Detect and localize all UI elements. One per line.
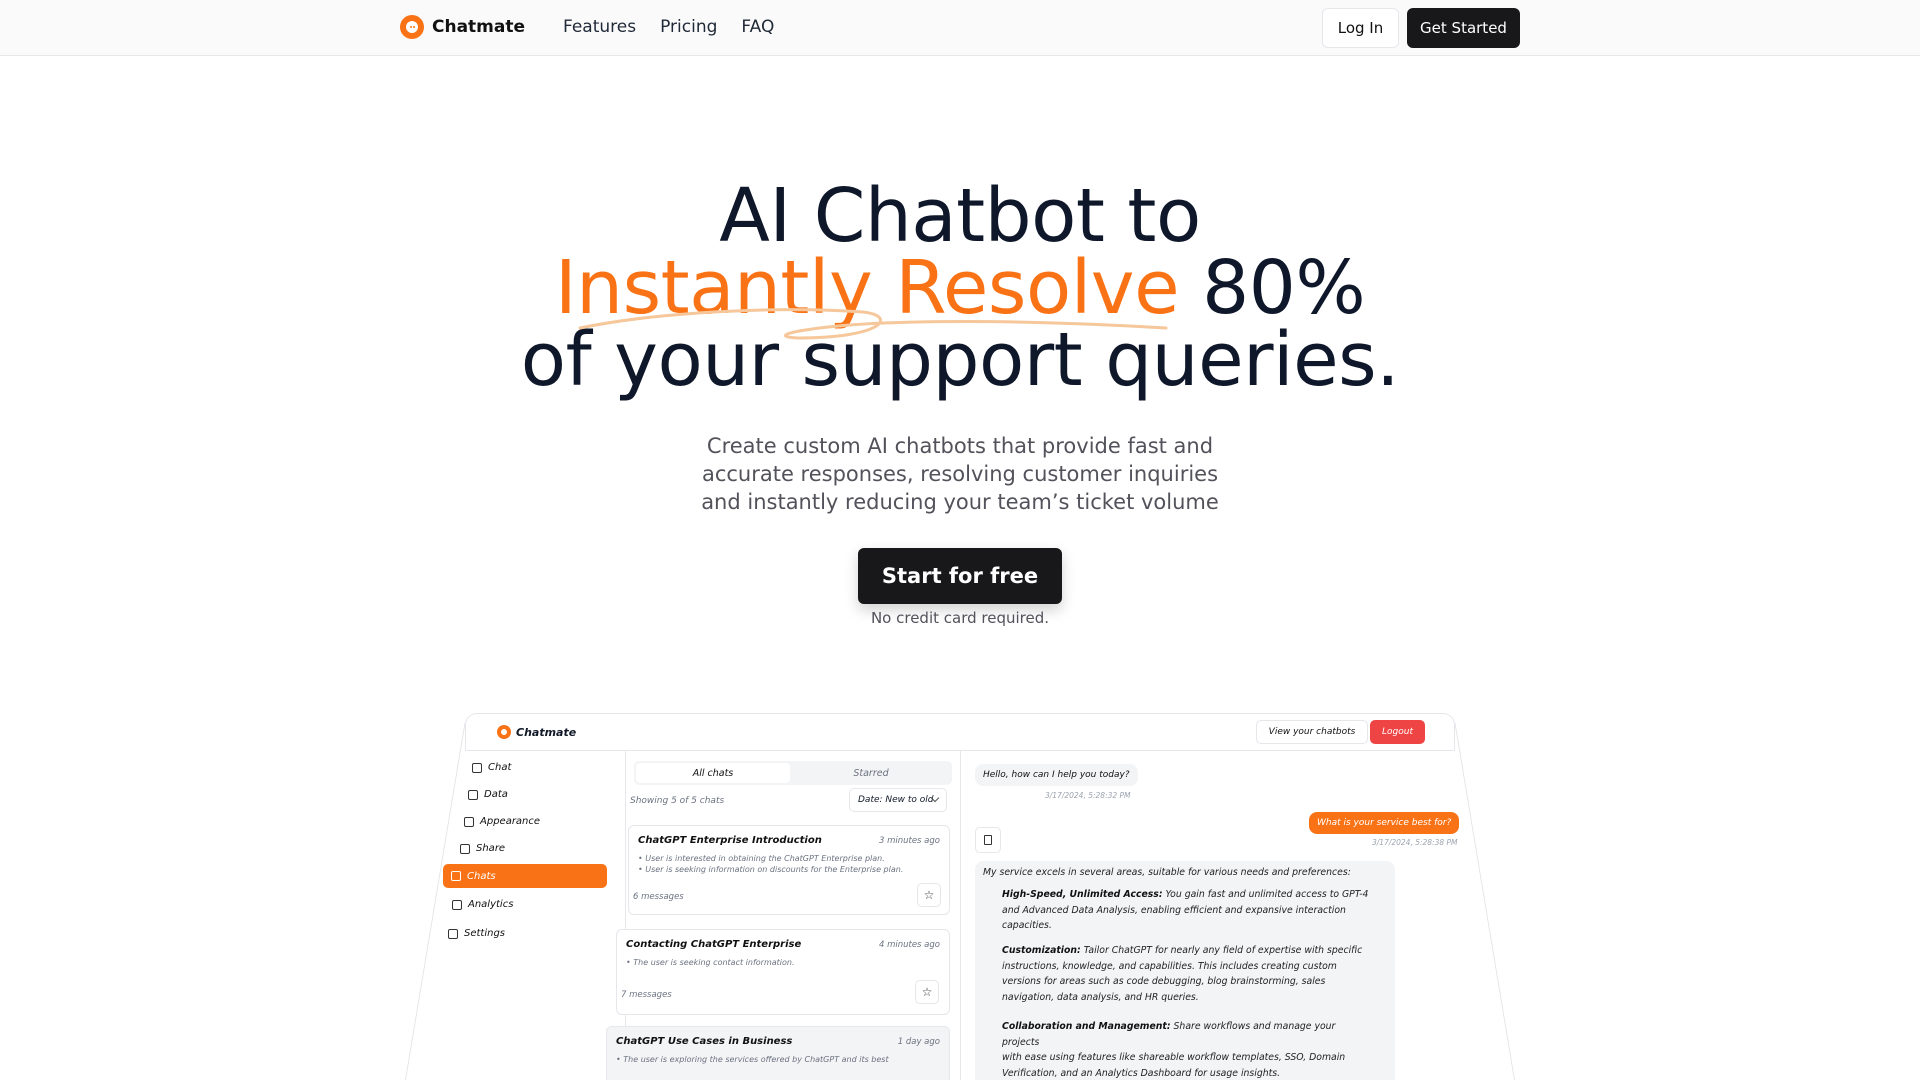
pencil-icon bbox=[464, 816, 474, 827]
chat-card-title: ChatGPT Enterprise Introduction bbox=[638, 835, 822, 846]
hero-title-line-1: AI Chatbot to bbox=[719, 173, 1201, 259]
bot-answer-message: My service excels in several areas, suit… bbox=[975, 861, 1395, 1080]
answer-section-heading: Collaboration and Management: bbox=[1002, 1021, 1171, 1032]
sidebar-item-label: Data bbox=[484, 789, 508, 800]
top-nav: Chatmate Features Pricing FAQ Log In Get… bbox=[0, 0, 1920, 56]
chat-card-message-count: 7 messages bbox=[621, 990, 672, 1000]
answer-intro: My service excels in several areas, suit… bbox=[983, 867, 1351, 878]
hero-title: AI Chatbot to Instantly Resolve 80% of y… bbox=[0, 173, 1920, 397]
underline-squiggle bbox=[578, 308, 1168, 340]
nav-link-faq[interactable]: FAQ bbox=[741, 17, 774, 37]
answer-section-heading: Customization: bbox=[1002, 945, 1081, 956]
sidebar-item-label: Settings bbox=[464, 928, 506, 939]
answer-section-text: instructions, knowledge, and capabilitie… bbox=[1002, 960, 1337, 972]
answer-section-text: versions for areas such as code debuggin… bbox=[1002, 976, 1326, 987]
sort-value: Date: New to old bbox=[858, 795, 934, 805]
chat-card-summary: The user is seeking contact information. bbox=[626, 957, 794, 968]
sidebar-item-share[interactable]: Share bbox=[460, 843, 505, 854]
chat-card-summary: The user is exploring the services offer… bbox=[616, 1054, 888, 1065]
chat-tabs: All chats Starred bbox=[634, 761, 952, 785]
hero-subtitle-line: Create custom AI chatbots that provide f… bbox=[706, 434, 1214, 458]
sidebar-item-label: Analytics bbox=[468, 899, 514, 910]
star-icon[interactable]: ☆ bbox=[917, 883, 941, 907]
brand[interactable]: Chatmate bbox=[400, 15, 525, 39]
star-icon[interactable]: ☆ bbox=[915, 980, 939, 1004]
preview-sidebar: Chat Data Appearance Share Chats Analyti… bbox=[440, 751, 626, 1080]
chat-card-message-count: 6 messages bbox=[633, 892, 684, 902]
chat-card[interactable]: ChatGPT Use Cases in Business 1 day ago … bbox=[606, 1026, 950, 1080]
sidebar-item-appearance[interactable]: Appearance bbox=[464, 816, 540, 827]
hero-subtitle-line: accurate responses, resolving customer i… bbox=[701, 462, 1219, 486]
user-question-message: What is your service best for? bbox=[1309, 812, 1460, 834]
answer-section-text: Verification, and an Analytics Dashboard… bbox=[1002, 1067, 1281, 1079]
tab-starred[interactable]: Starred bbox=[794, 763, 948, 783]
message-timestamp: 3/17/2024, 5:28:32 PM bbox=[1045, 791, 1131, 800]
sidebar-item-chat[interactable]: Chat bbox=[472, 762, 511, 773]
answer-section-text: navigation, data analysis, and HR querie… bbox=[1002, 991, 1199, 1003]
chat-card[interactable]: Contacting ChatGPT Enterprise 4 minutes … bbox=[616, 929, 950, 1015]
no-credit-card-note: No credit card required. bbox=[870, 609, 1050, 627]
database-icon bbox=[468, 789, 478, 800]
sidebar-item-label: Chat bbox=[488, 762, 512, 773]
chat-card-bullet: The user is exploring the services offer… bbox=[616, 1054, 888, 1065]
answer-section: Collaboration and Management: Share work… bbox=[1002, 1019, 1372, 1080]
chat-card-title: ChatGPT Use Cases in Business bbox=[616, 1036, 793, 1047]
chat-list-panel: All chats Starred Showing 5 of 5 chats D… bbox=[606, 751, 961, 1080]
sort-select[interactable]: Date: New to old bbox=[849, 788, 947, 812]
chat-card-time: 1 day ago bbox=[897, 1037, 940, 1047]
answer-section: Customization: Tailor ChatGPT for nearly… bbox=[1002, 943, 1372, 1005]
nav-link-pricing[interactable]: Pricing bbox=[660, 17, 717, 37]
chat-card[interactable]: ChatGPT Enterprise Introduction 3 minute… bbox=[628, 825, 950, 915]
logout-button[interactable]: Logout bbox=[1370, 720, 1425, 744]
brand-name: Chatmate bbox=[432, 17, 526, 37]
bot-greeting-message: Hello, how can I help you today? bbox=[975, 764, 1138, 786]
answer-section-text: You gain fast and unlimited access to GP… bbox=[1162, 889, 1369, 900]
nav-link-features[interactable]: Features bbox=[563, 17, 636, 37]
view-chatbots-button[interactable]: View your chatbots bbox=[1256, 720, 1368, 744]
answer-section-text: with ease using features like shareable … bbox=[1002, 1052, 1346, 1063]
answer-section: High-Speed, Unlimited Access: You gain f… bbox=[1002, 887, 1372, 934]
hero-subtitle: Create custom AI chatbots that provide f… bbox=[0, 432, 1920, 516]
answer-section-text: capacities. bbox=[1002, 920, 1052, 931]
copy-icon[interactable] bbox=[975, 827, 1001, 853]
hero-subtitle-line: and instantly reducing your team’s ticke… bbox=[701, 490, 1219, 514]
login-button[interactable]: Log In bbox=[1322, 8, 1399, 48]
gear-icon bbox=[448, 928, 458, 939]
share-icon bbox=[460, 843, 470, 854]
preview-brand: Chatmate bbox=[497, 725, 576, 739]
answer-section-heading: High-Speed, Unlimited Access: bbox=[1002, 889, 1163, 900]
start-for-free-button[interactable]: Start for free bbox=[858, 548, 1062, 604]
tab-all-chats[interactable]: All chats bbox=[636, 763, 790, 783]
sidebar-item-settings[interactable]: Settings bbox=[448, 928, 505, 939]
chat-card-bullet: User is interested in obtaining the Chat… bbox=[638, 853, 903, 864]
answer-section-text: Tailor ChatGPT for nearly any field of e… bbox=[1080, 945, 1363, 956]
chats-icon bbox=[451, 871, 461, 881]
sidebar-item-label: Chats bbox=[467, 870, 496, 882]
sidebar-item-label: Share bbox=[476, 843, 506, 854]
sidebar-item-data[interactable]: Data bbox=[468, 789, 508, 800]
message-timestamp: 3/17/2024, 5:28:38 PM bbox=[1372, 838, 1458, 847]
chat-card-bullet: The user is seeking contact information. bbox=[626, 957, 794, 968]
message-icon bbox=[472, 762, 482, 773]
chat-card-title: Contacting ChatGPT Enterprise bbox=[626, 939, 802, 950]
answer-section-text: and Advanced Data Analysis, enabling eff… bbox=[1002, 904, 1346, 916]
sidebar-item-label: Appearance bbox=[480, 816, 541, 827]
chat-card-summary: User is interested in obtaining the Chat… bbox=[638, 853, 903, 875]
preview-logo-icon bbox=[497, 725, 511, 739]
nav-links: Features Pricing FAQ bbox=[563, 17, 774, 37]
sidebar-item-chats[interactable]: Chats bbox=[443, 864, 607, 888]
chatmate-logo-icon bbox=[400, 15, 424, 39]
chat-card-time: 3 minutes ago bbox=[878, 836, 940, 846]
get-started-button[interactable]: Get Started bbox=[1407, 8, 1520, 48]
app-preview: Chatmate View your chatbots Logout Chat … bbox=[400, 713, 1520, 1080]
chat-card-time: 4 minutes ago bbox=[878, 940, 940, 950]
chat-card-bullet: User is seeking information on discounts… bbox=[638, 864, 903, 875]
showing-count: Showing 5 of 5 chats bbox=[630, 796, 725, 806]
conversation-panel: Hello, how can I help you today? 3/17/20… bbox=[961, 751, 1461, 1080]
sidebar-item-analytics[interactable]: Analytics bbox=[452, 899, 513, 910]
chart-icon bbox=[452, 899, 462, 910]
preview-brand-name: Chatmate bbox=[516, 725, 577, 739]
